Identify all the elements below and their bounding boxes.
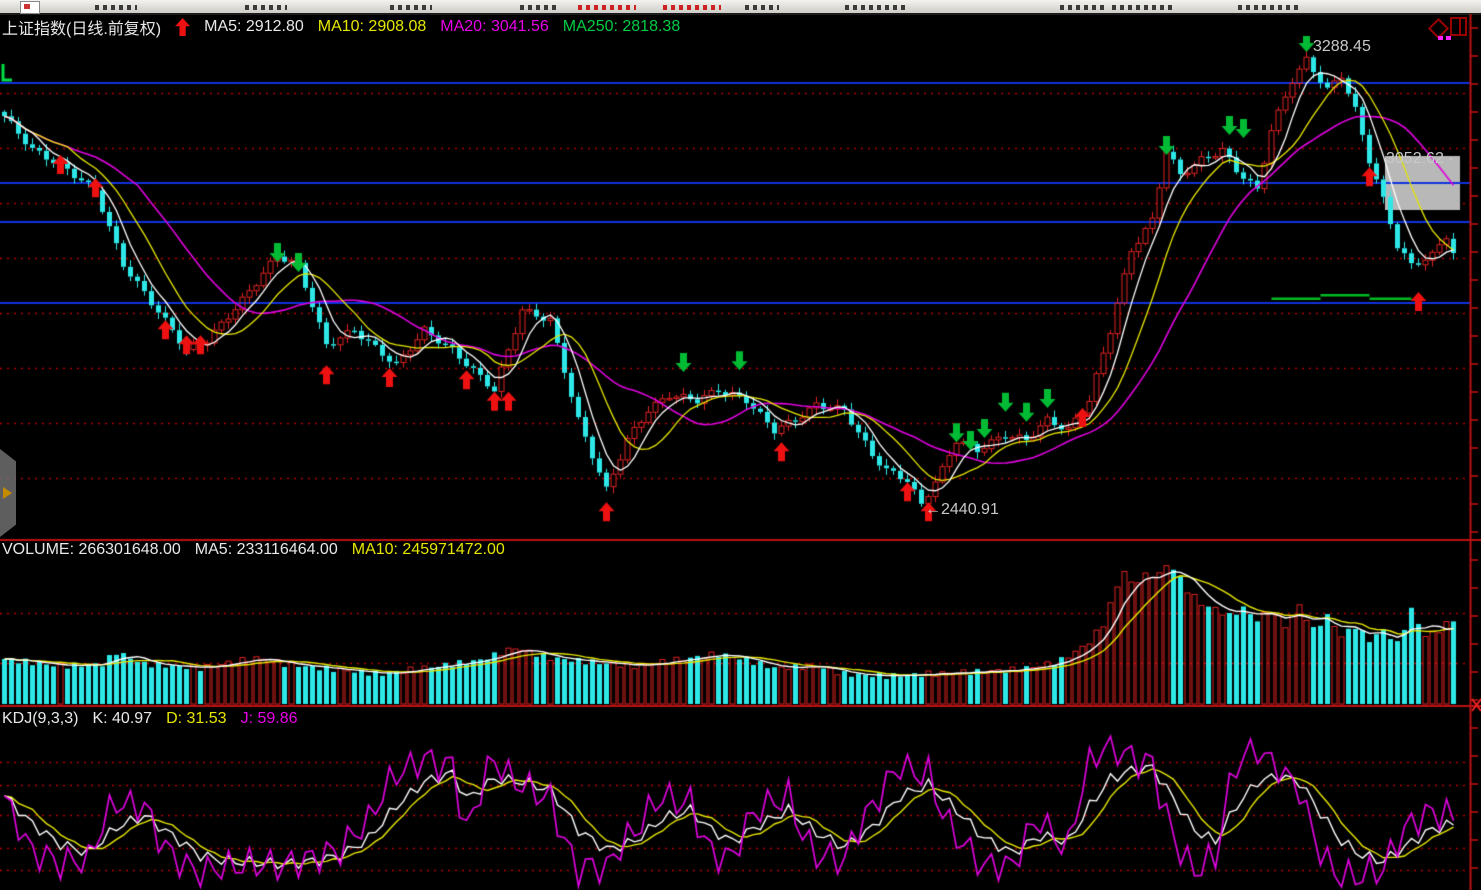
ma250-value: MA250: 2818.38: [563, 18, 680, 36]
up-arrow-icon: [175, 18, 190, 36]
trough-price-label: ←2440.91: [925, 501, 999, 519]
expand-arrow-icon: [3, 487, 12, 499]
volume-ma5-value: MA5: 233116464.00: [195, 541, 338, 559]
kdj-k-value: K: 40.97: [92, 710, 152, 728]
kdj-j-value: J: 59.86: [241, 710, 298, 728]
price-panel-header: 上证指数(日线.前复权) MA5: 2912.80 MA10: 2908.08 …: [2, 15, 680, 39]
split-window-icon[interactable]: [1450, 17, 1467, 36]
kdj-panel-header: KDJ(9,3,3) K: 40.97 D: 31.53 J: 59.86: [2, 710, 298, 728]
volume-ma10-value: MA10: 245971472.00: [352, 541, 505, 559]
instrument-title: 上证指数(日线.前复权): [2, 15, 161, 39]
ma5-value: MA5: 2912.80: [204, 18, 304, 36]
peak-price-label: 3288.45: [1313, 38, 1371, 56]
chart-canvas[interactable]: [0, 0, 1481, 890]
ma10-value: MA10: 2908.08: [318, 18, 427, 36]
ma20-value: MA20: 3041.56: [440, 18, 549, 36]
volume-value: VOLUME: 266301648.00: [2, 541, 181, 559]
volume-panel-header: VOLUME: 266301648.00 MA5: 233116464.00 M…: [2, 541, 505, 559]
kdj-indicator-label: KDJ(9,3,3): [2, 710, 78, 728]
kdj-d-value: D: 31.53: [166, 710, 226, 728]
trading-app-window: 上证指数(日线.前复权) MA5: 2912.80 MA10: 2908.08 …: [0, 0, 1481, 890]
boxed-price-label: 3052.62 -: [1386, 150, 1454, 168]
sidebar-expand-handle[interactable]: [0, 449, 16, 537]
dots-indicator: [1438, 36, 1454, 40]
